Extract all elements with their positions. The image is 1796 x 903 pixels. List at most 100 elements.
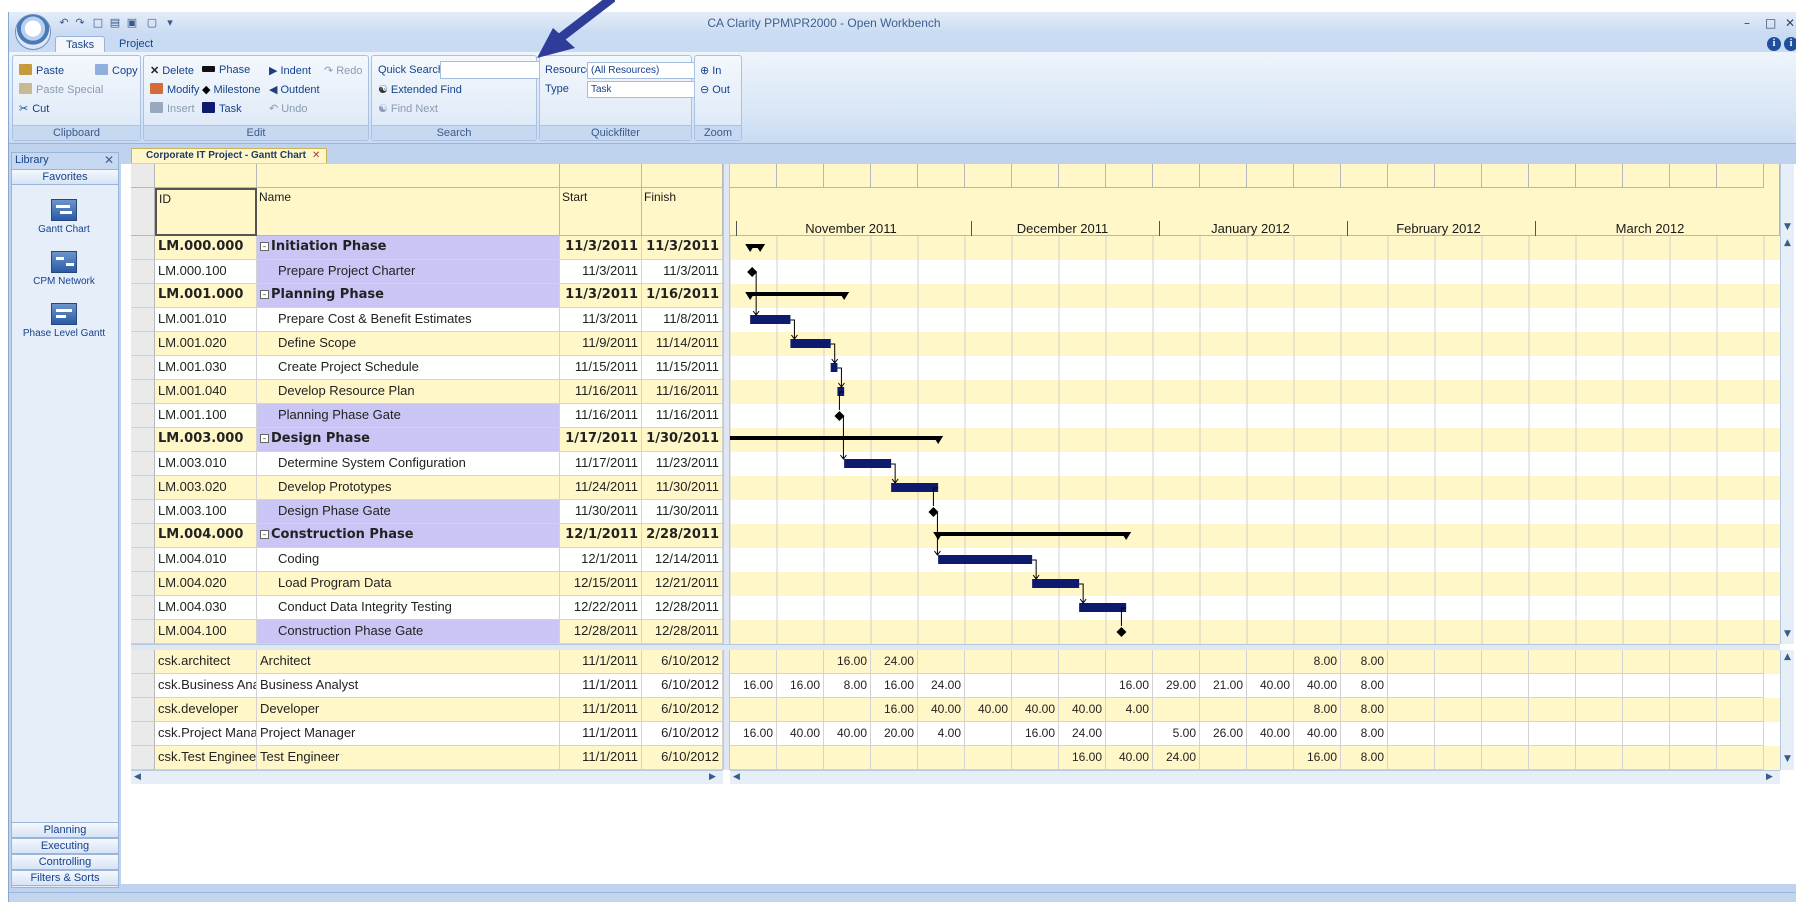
row-selector[interactable]	[131, 650, 155, 674]
row-selector[interactable]	[131, 572, 155, 596]
row-selector[interactable]	[131, 548, 155, 572]
task-name[interactable]: Develop Prototypes	[257, 476, 560, 500]
task-finish[interactable]: 12/14/2011	[642, 548, 723, 572]
task-finish[interactable]: 11/3/2011	[642, 260, 723, 284]
resource-id[interactable]: csk.developer	[155, 698, 257, 722]
task-name[interactable]: Prepare Cost & Benefit Estimates	[257, 308, 560, 332]
task-start[interactable]: 12/15/2011	[560, 572, 642, 596]
resource-start[interactable]: 11/1/2011	[560, 698, 642, 722]
collapse-icon[interactable]: –	[260, 530, 269, 539]
row-selector[interactable]	[131, 746, 155, 770]
task-finish[interactable]: 2/28/2011	[642, 524, 723, 548]
row-selector[interactable]	[131, 308, 155, 332]
resource-finish[interactable]: 6/10/2012	[642, 722, 723, 746]
task-start[interactable]: 12/22/2011	[560, 596, 642, 620]
column-header-name[interactable]: Name	[257, 188, 560, 236]
zoom-out-button[interactable]: ⊖ Out	[700, 83, 730, 96]
task-id[interactable]: LM.004.100	[155, 620, 257, 644]
task-name[interactable]: Define Scope	[257, 332, 560, 356]
scroll-down-arrow-icon[interactable]: ▼	[1784, 629, 1791, 639]
task-id[interactable]: LM.000.000	[155, 236, 257, 260]
task-id[interactable]: LM.004.030	[155, 596, 257, 620]
task-start[interactable]: 11/16/2011	[560, 380, 642, 404]
resource-name[interactable]: Project Manager	[257, 722, 560, 746]
task-start[interactable]: 11/30/2011	[560, 500, 642, 524]
favorites-button[interactable]: Favorites	[12, 169, 118, 185]
row-selector[interactable]	[131, 596, 155, 620]
task-id[interactable]: LM.001.030	[155, 356, 257, 380]
copy-button[interactable]: Copy	[95, 64, 138, 77]
column-header-finish[interactable]: Finish	[642, 188, 723, 236]
task-id[interactable]: LM.003.000	[155, 428, 257, 452]
task-name[interactable]: Prepare Project Charter	[257, 260, 560, 284]
task-id[interactable]: LM.003.100	[155, 500, 257, 524]
resource-finish[interactable]: 6/10/2012	[642, 674, 723, 698]
task-start[interactable]: 1/17/2011	[560, 428, 642, 452]
task-button[interactable]: Task	[202, 102, 242, 115]
task-row[interactable]: LM.001.020 Define Scope 11/9/2011 11/14/201…	[131, 332, 723, 356]
resource-name[interactable]: Architect	[257, 650, 560, 674]
task-start[interactable]: 11/3/2011	[560, 236, 642, 260]
task-finish[interactable]: 11/23/2011	[642, 452, 723, 476]
resource-name[interactable]: Business Analyst	[257, 674, 560, 698]
task-name[interactable]: – Construction Phase	[257, 524, 560, 548]
task-row[interactable]: LM.001.000– Planning Phase 11/3/2011 1/16/2…	[131, 284, 723, 308]
resource-start[interactable]: 11/1/2011	[560, 674, 642, 698]
task-finish[interactable]: 11/3/2011	[642, 236, 723, 260]
task-id[interactable]: LM.003.010	[155, 452, 257, 476]
task-finish[interactable]: 1/16/2011	[642, 284, 723, 308]
timescale-scrollbar[interactable]: ▼	[1780, 164, 1794, 236]
row-selector[interactable]	[131, 674, 155, 698]
task-row[interactable]: LM.001.100 Planning Phase Gate 11/16/2011 1…	[131, 404, 723, 428]
column-header-start[interactable]: Start	[560, 188, 642, 236]
task-id[interactable]: LM.001.000	[155, 284, 257, 308]
task-finish[interactable]: 11/8/2011	[642, 308, 723, 332]
row-selector[interactable]	[131, 404, 155, 428]
task-start[interactable]: 11/15/2011	[560, 356, 642, 380]
scroll-right-arrow-icon[interactable]: ▶	[709, 772, 716, 782]
task-id[interactable]: LM.003.020	[155, 476, 257, 500]
cut-button[interactable]: ✂ Cut	[19, 102, 49, 115]
zoom-in-button[interactable]: ⊕ In	[700, 64, 721, 77]
row-selector[interactable]	[131, 722, 155, 746]
task-id[interactable]: LM.001.010	[155, 308, 257, 332]
task-row[interactable]: LM.003.000– Design Phase 1/17/2011 1/30/201…	[131, 428, 723, 452]
resource-vertical-scrollbar[interactable]: ▲ ▼	[1780, 650, 1794, 770]
insert-button[interactable]: Insert	[150, 102, 195, 115]
type-filter-select[interactable]: Task▼	[587, 81, 703, 98]
resource-id[interactable]: csk.Business Anal	[155, 674, 257, 698]
resource-id[interactable]: csk.Test Engineer	[155, 746, 257, 770]
task-start[interactable]: 12/28/2011	[560, 620, 642, 644]
close-button[interactable]: ✕	[1785, 16, 1795, 30]
extended-find-button[interactable]: ☯ Extended Find	[378, 83, 462, 96]
row-selector[interactable]	[131, 428, 155, 452]
task-row[interactable]: LM.004.100 Construction Phase Gate 12/28/2…	[131, 620, 723, 644]
collapse-icon[interactable]: –	[260, 242, 269, 251]
row-selector[interactable]	[131, 380, 155, 404]
task-row[interactable]: LM.001.030 Create Project Schedule 11/15/2…	[131, 356, 723, 380]
help-icon[interactable]: i	[1784, 37, 1796, 51]
task-row[interactable]: LM.004.000– Construction Phase 12/1/2011 2/…	[131, 524, 723, 548]
task-vertical-scrollbar[interactable]: ▲ ▼	[1780, 236, 1794, 644]
scroll-up-arrow-icon[interactable]: ▲	[1784, 652, 1791, 662]
resource-start[interactable]: 11/1/2011	[560, 746, 642, 770]
resource-finish[interactable]: 6/10/2012	[642, 650, 723, 674]
task-name[interactable]: – Initiation Phase	[257, 236, 560, 260]
grid-horizontal-scrollbar[interactable]: ◀ ▶	[131, 770, 723, 784]
task-id[interactable]: LM.001.040	[155, 380, 257, 404]
task-start[interactable]: 12/1/2011	[560, 524, 642, 548]
task-name[interactable]: Load Program Data	[257, 572, 560, 596]
milestone-button[interactable]: ◆ Milestone	[202, 83, 261, 96]
task-id[interactable]: LM.001.100	[155, 404, 257, 428]
task-row[interactable]: LM.004.030 Conduct Data Integrity Testing…	[131, 596, 723, 620]
info-icon[interactable]: i	[1767, 37, 1781, 51]
task-row[interactable]: LM.003.100 Design Phase Gate 11/30/2011 11/…	[131, 500, 723, 524]
resource-row[interactable]: csk.Test Engineer Test Engineer 11/1/2011 6…	[131, 746, 723, 770]
task-finish[interactable]: 12/28/2011	[642, 596, 723, 620]
paste-special-button[interactable]: Paste Special	[19, 83, 103, 96]
delete-button[interactable]: ✕ Delete	[150, 64, 194, 77]
task-id[interactable]: LM.004.020	[155, 572, 257, 596]
row-selector[interactable]	[131, 476, 155, 500]
row-selector[interactable]	[131, 332, 155, 356]
task-id[interactable]: LM.000.100	[155, 260, 257, 284]
